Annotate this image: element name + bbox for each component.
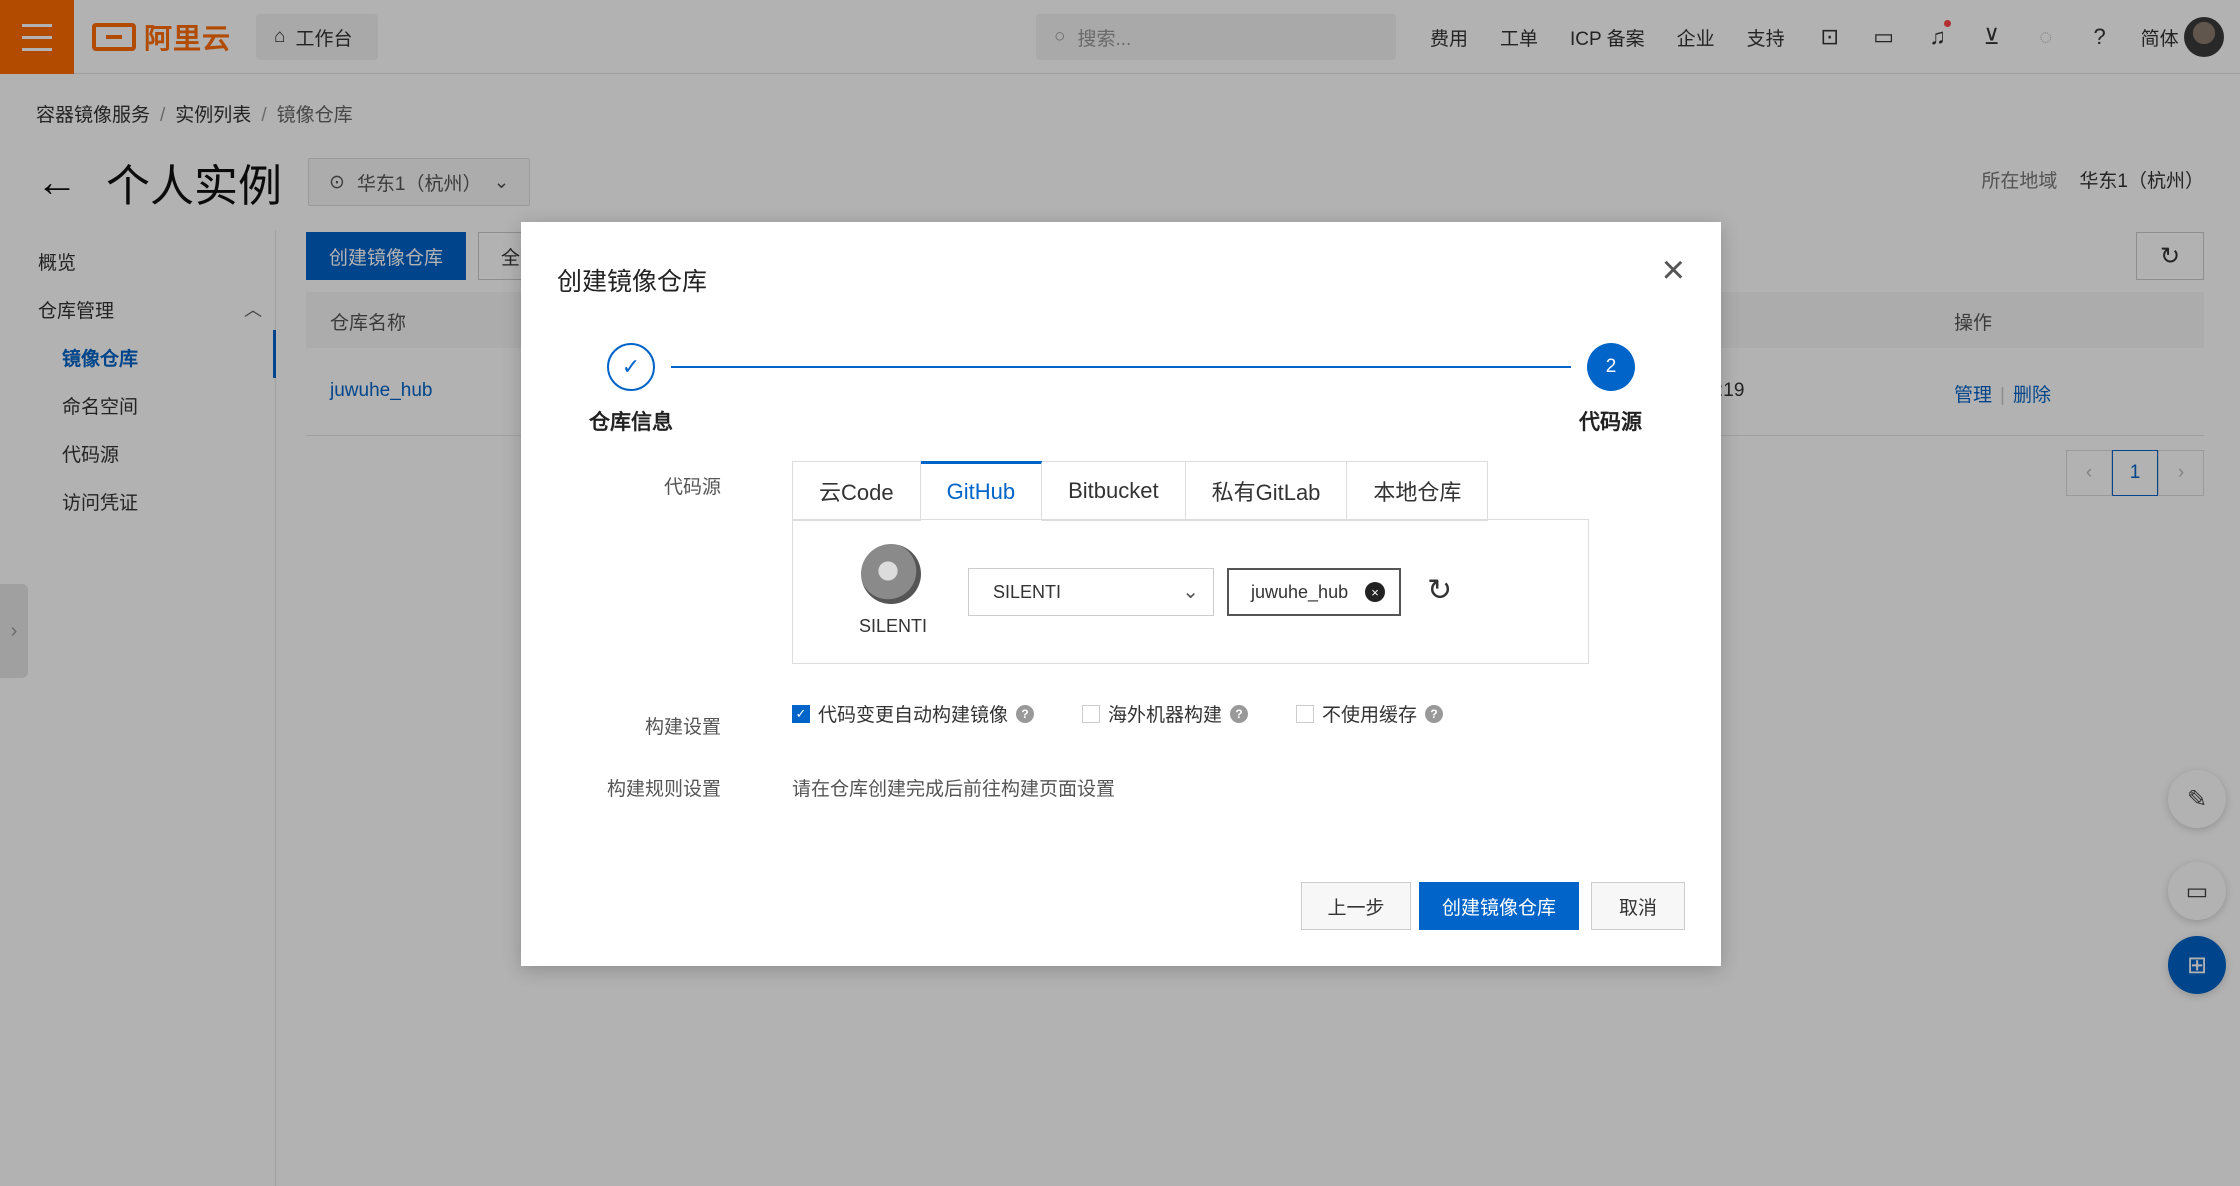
namespace-select-value: SILENTI <box>993 581 1062 602</box>
code-source-label: 代码源 <box>663 477 721 498</box>
repo-select-input[interactable]: juwuhe_hub × <box>1227 568 1401 616</box>
help-icon[interactable]: ? <box>1230 704 1249 723</box>
previous-step-button[interactable]: 上一步 <box>1301 882 1411 930</box>
build-rules-hint: 请在仓库创建完成后前往构建页面设置 <box>792 779 1116 800</box>
build-rules-label: 构建规则设置 <box>606 779 721 800</box>
tab-bitbucket[interactable]: Bitbucket <box>1042 461 1186 521</box>
github-panel: SILENTI SILENTI ⌄ juwuhe_hub × ↻ <box>792 519 1589 664</box>
overseas-build-label[interactable]: 海外机器构建 <box>1108 700 1222 727</box>
namespace-select[interactable]: SILENTI ⌄ <box>968 568 1214 616</box>
auto-build-label[interactable]: 代码变更自动构建镜像 <box>818 700 1008 727</box>
create-repo-submit-button[interactable]: 创建镜像仓库 <box>1419 882 1579 930</box>
step-1-check-icon[interactable]: ✓ <box>607 343 655 391</box>
tab-yuncode[interactable]: 云Code <box>792 461 921 521</box>
auto-build-checkbox[interactable]: ✓ <box>792 704 810 723</box>
dialog-title: 创建镜像仓库 <box>557 268 708 296</box>
step-2-indicator: 2 <box>1587 343 1635 391</box>
overseas-build-checkbox[interactable] <box>1082 704 1101 723</box>
tab-github[interactable]: GitHub <box>920 461 1043 521</box>
step-progress-line <box>671 366 1571 368</box>
step-2-label: 代码源 <box>1579 411 1642 434</box>
build-options: ✓ 代码变更自动构建镜像 ? 海外机器构建 ? 不使用缓存 ? <box>792 700 1491 727</box>
cancel-button[interactable]: 取消 <box>1591 882 1685 930</box>
help-icon[interactable]: ? <box>1016 704 1035 723</box>
chevron-down-icon: ⌄ <box>1182 581 1199 603</box>
close-icon[interactable]: × <box>1662 250 1685 290</box>
tab-private-gitlab[interactable]: 私有GitLab <box>1185 461 1348 521</box>
no-cache-checkbox[interactable] <box>1296 704 1315 723</box>
step-1-label: 仓库信息 <box>589 411 673 434</box>
clear-icon[interactable]: × <box>1365 582 1385 602</box>
reload-icon[interactable]: ↻ <box>1427 576 1452 606</box>
build-settings-label: 构建设置 <box>644 717 721 738</box>
no-cache-label[interactable]: 不使用缓存 <box>1322 700 1417 727</box>
github-username: SILENTI <box>858 616 928 636</box>
repo-input-value: juwuhe_hub <box>1251 581 1349 602</box>
tab-local-repo[interactable]: 本地仓库 <box>1347 461 1489 521</box>
create-repo-dialog: 创建镜像仓库 × ✓ 2 仓库信息 代码源 代码源 云Code GitHub B… <box>521 222 1721 966</box>
source-tabs: 云Code GitHub Bitbucket 私有GitLab 本地仓库 <box>792 461 1489 521</box>
help-icon[interactable]: ? <box>1425 704 1444 723</box>
github-avatar <box>861 544 921 604</box>
